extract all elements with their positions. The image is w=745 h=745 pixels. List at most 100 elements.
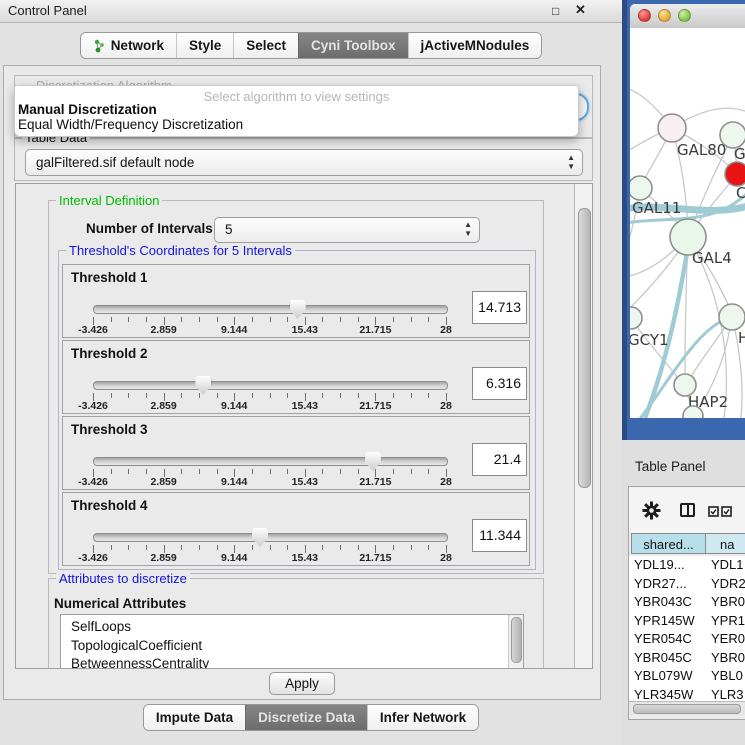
- tab-impute-data[interactable]: Impute Data: [144, 705, 245, 730]
- table-panel-title: Table Panel: [635, 459, 706, 474]
- table-row[interactable]: YDL19... YDL1: [629, 556, 745, 575]
- network-node-h[interactable]: [719, 304, 745, 330]
- network-icon: [93, 39, 106, 53]
- threshold-slider[interactable]: [93, 381, 448, 390]
- split-columns-icon[interactable]: [680, 503, 695, 517]
- network-node-label: C: [736, 184, 745, 202]
- network-node-label: GA: [734, 145, 745, 163]
- tab-jactivemnodules[interactable]: jActiveMNodules: [408, 33, 542, 58]
- table-row[interactable]: YDR27...YDR2: [629, 575, 745, 594]
- network-node-c[interactable]: [725, 162, 745, 186]
- network-node-gcy1[interactable]: [630, 307, 642, 329]
- attributes-scrollbar[interactable]: [508, 615, 523, 669]
- tab-impute-data-label: Impute Data: [156, 705, 233, 730]
- network-node-label: GAL80: [677, 141, 726, 159]
- cell-shared-name: YLR345W: [634, 686, 693, 702]
- attribute-list-item[interactable]: SelfLoops: [61, 618, 523, 637]
- table-row[interactable]: YBL079W YBL0: [629, 667, 745, 686]
- network-node-gal11[interactable]: [630, 176, 652, 200]
- checkbox-icon[interactable]: [721, 506, 732, 517]
- gear-icon[interactable]: [642, 501, 661, 520]
- settings-scrollbar-thumb[interactable]: [578, 208, 591, 488]
- number-of-intervals-label: Number of Intervals: [86, 221, 213, 236]
- network-graph: GAL80GACGAL11GAL4GCY1HHAP2: [630, 28, 745, 418]
- network-node-gal80[interactable]: [658, 114, 686, 142]
- attributes-scrollbar-thumb[interactable]: [511, 617, 522, 663]
- tab-select-label: Select: [246, 33, 286, 58]
- slider-tick-labels: -3.4262.8599.14415.4321.71528: [93, 400, 446, 412]
- threshold-value-field[interactable]: 21.4: [472, 443, 527, 476]
- network-node-label: GAL4: [692, 249, 732, 267]
- menu-item-manual-discretization[interactable]: Manual Discretization: [18, 102, 157, 117]
- table-row[interactable]: YBR043CYBR0: [629, 593, 745, 612]
- threshold-panel: Threshold 1 -3.4262.8599.14415.4321.71528…: [62, 264, 530, 338]
- table-horizontal-scrollbar[interactable]: [629, 701, 745, 715]
- table-row[interactable]: YBR045CYBR0: [629, 649, 745, 668]
- attribute-list-item[interactable]: TopologicalCoefficient: [61, 637, 523, 656]
- network-node-label: GCY1: [630, 331, 669, 349]
- cell-name: YBL0: [711, 667, 743, 686]
- thresholds-group-label: Threshold's Coordinates for 5 Intervals: [66, 243, 295, 258]
- network-node[interactable]: [683, 406, 703, 418]
- network-view-window: GAL80GACGAL11GAL4GCY1HHAP2: [630, 4, 745, 418]
- cell-name: YPR1: [711, 612, 745, 631]
- tab-jactivemnodules-label: jActiveMNodules: [421, 33, 530, 58]
- table-rows[interactable]: YDL19... YDL1YDR27...YDR2YBR043CYBR0YPR14…: [629, 556, 745, 701]
- table-row[interactable]: YLR345W YLR3: [629, 686, 745, 702]
- tab-discretize-data[interactable]: Discretize Data: [245, 705, 367, 730]
- cell-name: YLR3: [711, 686, 744, 702]
- threshold-panel: Threshold 2 -3.4262.8599.14415.4321.71528…: [62, 340, 530, 414]
- table-data-combobox[interactable]: galFiltered.sif default node ▲▼: [25, 149, 583, 176]
- numerical-attributes-list[interactable]: SelfLoopsTopologicalCoefficientBetweenne…: [60, 614, 524, 669]
- network-canvas[interactable]: GAL80GACGAL11GAL4GCY1HHAP2: [630, 28, 745, 418]
- number-of-intervals-combobox[interactable]: 5 ▲▼: [214, 217, 480, 243]
- threshold-value-field[interactable]: 14.713: [472, 291, 527, 324]
- threshold-slider[interactable]: [93, 305, 448, 314]
- threshold-panel: Threshold 4-3.4262.8599.14415.4321.71528…: [62, 492, 530, 566]
- network-window-titlebar: [630, 4, 745, 29]
- apply-button[interactable]: Apply: [269, 672, 335, 695]
- settings-vertical-scrollbar[interactable]: [574, 184, 593, 668]
- table-row[interactable]: YPR145WYPR1: [629, 612, 745, 631]
- bottom-tab-segment: Impute Data Discretize Data Infer Networ…: [143, 704, 479, 731]
- cell-shared-name: YDL19...: [634, 556, 685, 575]
- threshold-label: Threshold 2: [71, 346, 148, 361]
- top-tab-segment: Network Style Select Cyni Toolbox jActiv…: [80, 32, 543, 59]
- table-row[interactable]: YER054CYER0: [629, 630, 745, 649]
- zoom-traffic-light-icon[interactable]: [678, 9, 691, 22]
- control-panel-titlebar: Control Panel □ ✕: [0, 0, 622, 23]
- close-window-icon[interactable]: ✕: [575, 2, 586, 18]
- attribute-list-item[interactable]: BetweennessCentrality: [61, 655, 523, 669]
- screen: Control Panel □ ✕ Network Style: [0, 0, 745, 745]
- cyni-toolbox-panel: Discretization Algorithm Select algorith…: [3, 65, 601, 700]
- threshold-slider[interactable]: [93, 457, 448, 466]
- menu-item-equal-width-frequency[interactable]: Equal Width/Frequency Discretization: [18, 117, 243, 132]
- column-header-name[interactable]: na: [705, 533, 745, 554]
- float-window-icon[interactable]: □: [552, 4, 559, 18]
- cell-name: YDL1: [711, 556, 744, 575]
- threshold-value-field[interactable]: 6.316: [472, 367, 527, 400]
- cell-name: YBR0: [711, 593, 745, 612]
- tab-infer-network[interactable]: Infer Network: [367, 705, 478, 730]
- threshold-value-field[interactable]: 11.344: [472, 519, 527, 552]
- column-header-shared-name[interactable]: shared...: [631, 533, 706, 554]
- right-column: GAL80GACGAL11GAL4GCY1HHAP2 Table Panel: [622, 0, 745, 745]
- threshold-label: Threshold 1: [71, 270, 148, 285]
- slider-tick-labels: -3.4262.8599.14415.4321.71528: [93, 324, 446, 336]
- threshold-label: Threshold 4: [71, 498, 148, 513]
- stepper-arrows-icon: ▲▼: [464, 220, 472, 238]
- threshold-slider[interactable]: [93, 533, 448, 542]
- table-hscroll-thumb[interactable]: [633, 704, 741, 714]
- tab-style[interactable]: Style: [176, 33, 233, 58]
- number-of-intervals-value: 5: [225, 218, 233, 242]
- tab-cyni-toolbox[interactable]: Cyni Toolbox: [298, 33, 408, 58]
- minimize-traffic-light-icon[interactable]: [658, 9, 671, 22]
- tab-network[interactable]: Network: [81, 33, 176, 58]
- close-traffic-light-icon[interactable]: [638, 9, 651, 22]
- stepper-arrows-icon: ▲▼: [567, 153, 575, 171]
- table-data-value: galFiltered.sif default node: [36, 150, 194, 175]
- tab-select[interactable]: Select: [233, 33, 298, 58]
- checkbox-icon[interactable]: [708, 506, 719, 517]
- cell-shared-name: YER054C: [634, 630, 692, 649]
- cell-shared-name: YBL079W: [634, 667, 693, 686]
